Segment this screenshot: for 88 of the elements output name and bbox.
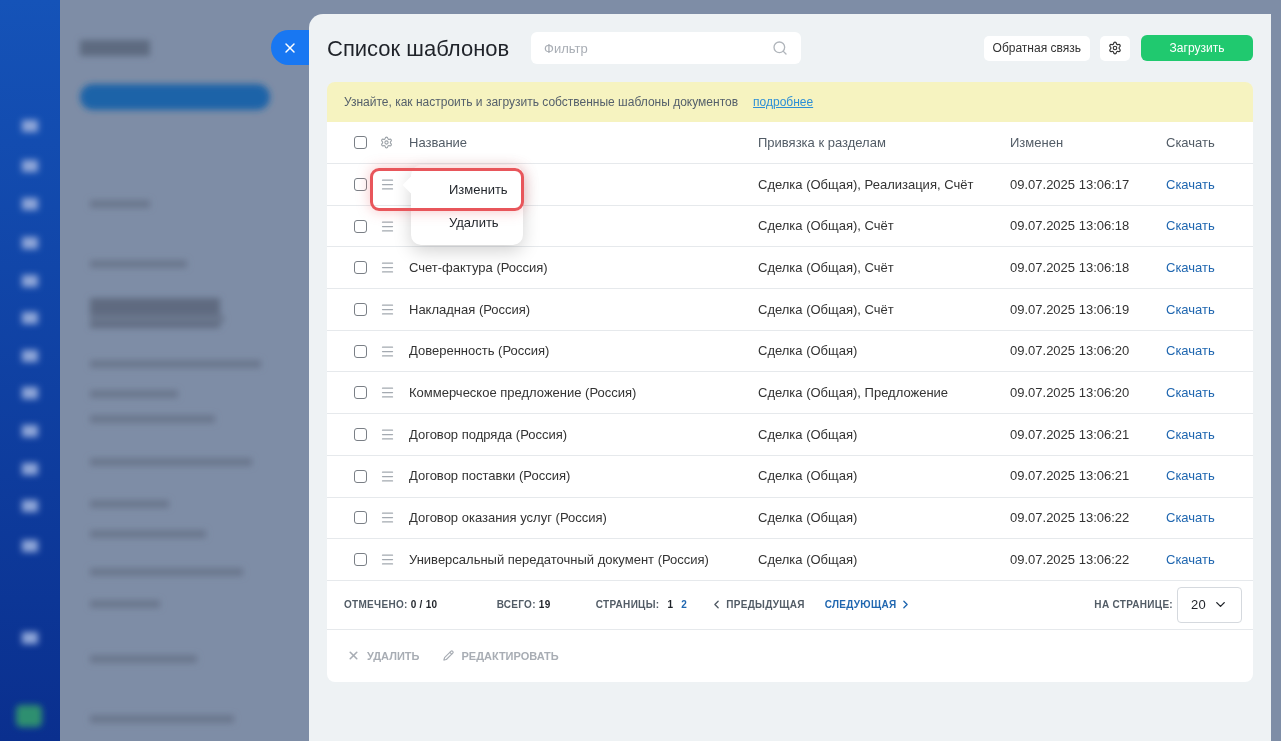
checkbox[interactable] (354, 261, 367, 275)
table-cell-text: Сделка (Общая), Счёт (758, 258, 895, 277)
table-cell-text: Сделка (Общая) (758, 425, 859, 444)
page-link[interactable]: 1 (667, 597, 674, 613)
column-header: Скачать (1166, 133, 1215, 152)
table-cell-text: Сделка (Общая), Предложение (758, 384, 950, 403)
checkbox[interactable] (354, 219, 367, 233)
table-cell-text: 09.07.2025 13:06:22 (1010, 509, 1131, 528)
checkbox[interactable] (354, 386, 367, 400)
download-link[interactable]: Скачать (1166, 508, 1215, 528)
drag-handle-icon[interactable] (380, 343, 395, 359)
table-cell-text: 09.07.2025 13:06:18 (1010, 217, 1131, 236)
column-header: Название (409, 133, 469, 152)
download-link[interactable]: Скачать (1166, 466, 1215, 486)
table-cell-text: 09.07.2025 13:06:18 (1010, 258, 1131, 277)
table-cell: Счет-фактура (Россия) (409, 259, 548, 275)
checkbox[interactable] (354, 177, 367, 191)
drag-handle-icon[interactable] (380, 468, 395, 484)
table-cell-text: 09.07.2025 13:06:21 (1010, 425, 1131, 444)
menu-item[interactable]: Удалить (411, 206, 519, 239)
checkbox[interactable] (354, 427, 367, 441)
table-cell-text: 09.07.2025 13:06:22 (1010, 550, 1131, 569)
column-header: Изменен (1010, 133, 1065, 152)
table-cell-text: Сделка (Общая) (758, 467, 859, 486)
checkbox[interactable] (354, 553, 367, 567)
drag-handle-icon[interactable] (380, 552, 395, 568)
search-icon (772, 40, 788, 56)
download-link[interactable]: Скачать (1166, 299, 1215, 320)
table-cell-text: Сделка (Общая) (758, 342, 859, 361)
download-link[interactable]: Скачать (1166, 257, 1215, 278)
feedback-button[interactable]: Обратная связь (983, 35, 1090, 61)
drag-handle-icon[interactable] (380, 426, 395, 442)
table-cell: Накладная (Россия) (409, 301, 531, 317)
pages-label: СТРАНИЦЫ: (595, 598, 660, 613)
total-label: ВСЕГО: (496, 598, 536, 613)
per-page-label: НА СТРАНИЦЕ: (1094, 598, 1173, 613)
drag-handle-icon[interactable] (380, 385, 395, 401)
filter-field[interactable]: Фильтр (531, 32, 801, 64)
drag-handle-icon[interactable] (380, 260, 395, 276)
table-cell-text: Сделка (Общая) (758, 509, 859, 528)
drag-handle-icon[interactable] (380, 218, 395, 234)
table-cell-text: Сделка (Общая), Счёт (758, 217, 895, 236)
previous-page-link[interactable]: ПРЕДЫДУЩАЯ (710, 597, 805, 613)
close-icon (347, 649, 360, 663)
panel-title: Список шаблонов (327, 34, 511, 63)
settings-button[interactable] (1100, 35, 1130, 61)
download-link[interactable]: Скачать (1166, 341, 1215, 361)
next-page-link[interactable]: СЛЕДУЮЩАЯ (824, 597, 913, 613)
table-cell: Доверенность (Россия) (409, 343, 550, 359)
download-link[interactable]: Скачать (1166, 216, 1215, 236)
checkbox[interactable] (354, 469, 367, 483)
checkbox[interactable] (354, 136, 367, 149)
column-header: Привязка к разделам (758, 133, 887, 152)
table-cell-text: 09.07.2025 13:06:20 (1010, 384, 1131, 403)
table-cell-text: 09.07.2025 13:06:20 (1010, 342, 1131, 361)
table-cell: Договор подряда (Россия) (409, 426, 568, 442)
drag-handle-icon[interactable] (380, 510, 395, 526)
page-link[interactable]: 2 (681, 597, 688, 613)
settings-icon (1108, 41, 1122, 55)
banner-text: Узнайте, как настроить и загрузить собственные шаблоны документов (344, 94, 739, 111)
table-cell: Универсальный передаточный документ (Россия) (409, 551, 709, 567)
checkbox[interactable] (354, 302, 367, 316)
per-page-select[interactable]: 20 (1177, 586, 1242, 623)
table-cell-text: Сделка (Общая), Счёт (758, 300, 895, 319)
checkbox[interactable] (354, 511, 367, 525)
download-link[interactable]: Скачать (1166, 549, 1215, 570)
checkbox[interactable] (354, 344, 367, 358)
table-cell-text: 09.07.2025 13:06:19 (1010, 300, 1131, 319)
table-cell-text: Сделка (Общая) (758, 550, 859, 569)
table-cell-text: 09.07.2025 13:06:17 (1010, 175, 1131, 194)
drag-handle-icon[interactable] (380, 301, 395, 317)
checked-count: 0 / 10 (410, 598, 439, 613)
download-link[interactable]: Скачать (1166, 383, 1215, 403)
checked-count-label: ОТМЕЧЕНО: (344, 598, 408, 613)
table-cell: Договор поставки (Россия) (409, 468, 571, 484)
table-cell-text: Сделка (Общая), Реализация, Счёт (758, 175, 975, 194)
table-cell: Коммерческое предложение (Россия) (409, 385, 637, 401)
table-cell: Договор оказания услуг (Россия) (409, 510, 607, 526)
column-settings-icon[interactable] (380, 136, 393, 149)
menu-item[interactable]: Изменить (411, 173, 519, 206)
pencil-icon (443, 650, 455, 662)
download-link[interactable]: Скачать (1166, 424, 1215, 445)
close-button[interactable] (271, 30, 309, 65)
table-cell-text: 09.07.2025 13:06:21 (1010, 467, 1131, 486)
download-link[interactable]: Скачать (1166, 174, 1215, 195)
total-count: 19 (538, 598, 552, 613)
drag-handle-icon[interactable] (380, 176, 395, 192)
more-link[interactable]: подробнее (753, 93, 814, 111)
